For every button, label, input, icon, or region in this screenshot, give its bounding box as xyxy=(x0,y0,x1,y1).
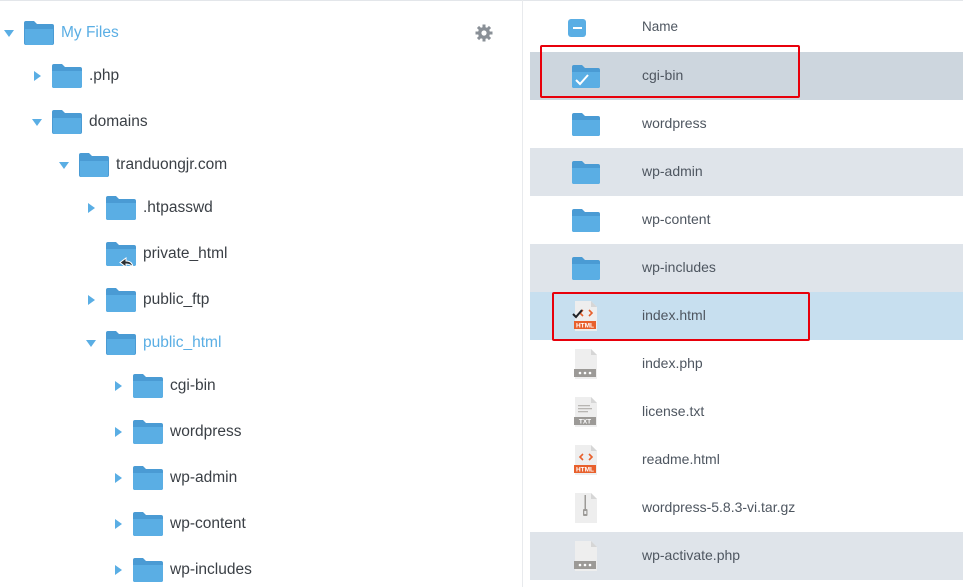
file-list: Name cgi-bin wordpress wp-admin wp-conte… xyxy=(530,0,963,587)
file-name: wordpress-5.8.3-vi.tar.gz xyxy=(642,499,796,515)
tree-label: .php xyxy=(89,67,120,84)
tree-item-wordpress[interactable]: wordpress xyxy=(109,417,242,447)
txt-file-icon: TXT xyxy=(570,396,602,428)
chevron-right-icon[interactable] xyxy=(109,423,127,441)
file-name: index.php xyxy=(642,355,703,371)
chevron-right-icon[interactable] xyxy=(109,515,127,533)
folder-icon xyxy=(132,556,164,584)
svg-text:HTML: HTML xyxy=(576,467,594,474)
folder-icon xyxy=(570,108,602,140)
tree-label: wordpress xyxy=(170,423,242,440)
chevron-right-icon[interactable] xyxy=(82,291,100,309)
file-row-readme-html[interactable]: HTML readme.html xyxy=(530,436,963,484)
tree-label: domains xyxy=(89,113,148,130)
tree-item-public-html[interactable]: public_html xyxy=(82,328,221,358)
name-column-header[interactable]: Name xyxy=(642,19,678,34)
tree-item-public-ftp[interactable]: public_ftp xyxy=(82,285,209,315)
file-name: cgi-bin xyxy=(642,67,684,83)
pane-divider xyxy=(522,0,523,587)
folder-icon xyxy=(570,156,602,188)
tree-item-wp-includes[interactable]: wp-includes xyxy=(109,555,252,585)
file-row-wp-content[interactable]: wp-content xyxy=(530,196,963,244)
html-file-icon: HTML xyxy=(570,444,602,476)
file-name: readme.html xyxy=(642,451,720,467)
chevron-down-icon[interactable] xyxy=(28,113,46,131)
file-name: wp-admin xyxy=(642,163,703,179)
chevron-down-icon[interactable] xyxy=(0,24,18,42)
select-all-checkbox[interactable] xyxy=(568,19,586,37)
tree-label: wp-content xyxy=(170,515,246,532)
folder-icon xyxy=(132,418,164,446)
chevron-right-icon[interactable] xyxy=(28,67,46,85)
html-file-checked-icon: HTML xyxy=(570,300,602,332)
file-row-wp-admin[interactable]: wp-admin xyxy=(530,148,963,196)
file-name: license.txt xyxy=(642,403,705,419)
file-row-wordpress-tar-gz[interactable]: wordpress-5.8.3-vi.tar.gz xyxy=(530,484,963,532)
php-file-icon xyxy=(570,348,602,380)
svg-text:TXT: TXT xyxy=(579,419,591,426)
tree-label: public_html xyxy=(143,334,222,351)
folder-icon xyxy=(132,372,164,400)
tree-item-wp-admin[interactable]: wp-admin xyxy=(109,463,237,493)
folder-icon xyxy=(570,204,602,236)
svg-text:HTML: HTML xyxy=(576,323,594,330)
tree-item-cgi-bin[interactable]: cgi-bin xyxy=(109,371,216,401)
folder-open-icon xyxy=(51,108,83,136)
file-row-wordpress[interactable]: wordpress xyxy=(530,100,963,148)
folder-icon xyxy=(132,464,164,492)
tree-label: .htpasswd xyxy=(143,199,213,216)
file-name: wp-includes xyxy=(642,259,716,275)
file-row-index-html[interactable]: HTML index.html xyxy=(530,292,963,340)
tree-label: public_ftp xyxy=(143,291,210,308)
file-name: wp-activate.php xyxy=(642,547,741,563)
php-file-icon xyxy=(570,540,602,572)
archive-file-icon xyxy=(570,492,602,524)
folder-checked-icon xyxy=(570,60,602,92)
folder-open-icon xyxy=(23,19,55,47)
minus-icon xyxy=(572,27,582,29)
folder-icon xyxy=(570,252,602,284)
tree-label: private_html xyxy=(143,245,228,262)
tree-item-domains[interactable]: domains xyxy=(28,107,148,137)
tree-label: cgi-bin xyxy=(170,377,216,394)
folder-shortcut-icon xyxy=(105,240,137,268)
tree-label: wp-includes xyxy=(170,561,252,578)
tree-item-private-html[interactable]: private_html xyxy=(82,239,227,269)
tree-item-htpasswd[interactable]: .htpasswd xyxy=(82,193,213,223)
tree-item-my-files[interactable]: My Files xyxy=(0,18,119,48)
file-list-header: Name xyxy=(530,8,963,48)
tree-item-php[interactable]: .php xyxy=(28,61,119,91)
tree-label: tranduongjr.com xyxy=(116,156,228,173)
folder-icon xyxy=(105,286,137,314)
gear-icon[interactable] xyxy=(474,23,494,43)
file-name: index.html xyxy=(642,307,706,323)
file-name: wp-content xyxy=(642,211,711,227)
folder-open-icon xyxy=(78,151,110,179)
folder-tree: My Files .php domains tranduongjr.com .h… xyxy=(0,0,517,587)
chevron-down-icon[interactable] xyxy=(82,334,100,352)
chevron-right-icon[interactable] xyxy=(109,469,127,487)
folder-icon xyxy=(51,62,83,90)
file-row-wp-activate-php[interactable]: wp-activate.php xyxy=(530,532,963,580)
folder-open-icon xyxy=(105,329,137,357)
file-name: wordpress xyxy=(642,115,707,131)
tree-item-tranduongjr[interactable]: tranduongjr.com xyxy=(55,150,227,180)
tree-label: wp-admin xyxy=(170,469,238,486)
chevron-right-icon[interactable] xyxy=(82,199,100,217)
tree-label: My Files xyxy=(61,24,119,41)
file-row-cgi-bin[interactable]: cgi-bin xyxy=(530,52,963,100)
chevron-right-icon[interactable] xyxy=(109,377,127,395)
folder-icon xyxy=(105,194,137,222)
chevron-down-icon[interactable] xyxy=(55,156,73,174)
folder-icon xyxy=(132,510,164,538)
chevron-right-icon[interactable] xyxy=(109,561,127,579)
file-row-wp-includes[interactable]: wp-includes xyxy=(530,244,963,292)
file-row-license-txt[interactable]: TXT license.txt xyxy=(530,388,963,436)
file-row-index-php[interactable]: index.php xyxy=(530,340,963,388)
tree-item-wp-content[interactable]: wp-content xyxy=(109,509,246,539)
